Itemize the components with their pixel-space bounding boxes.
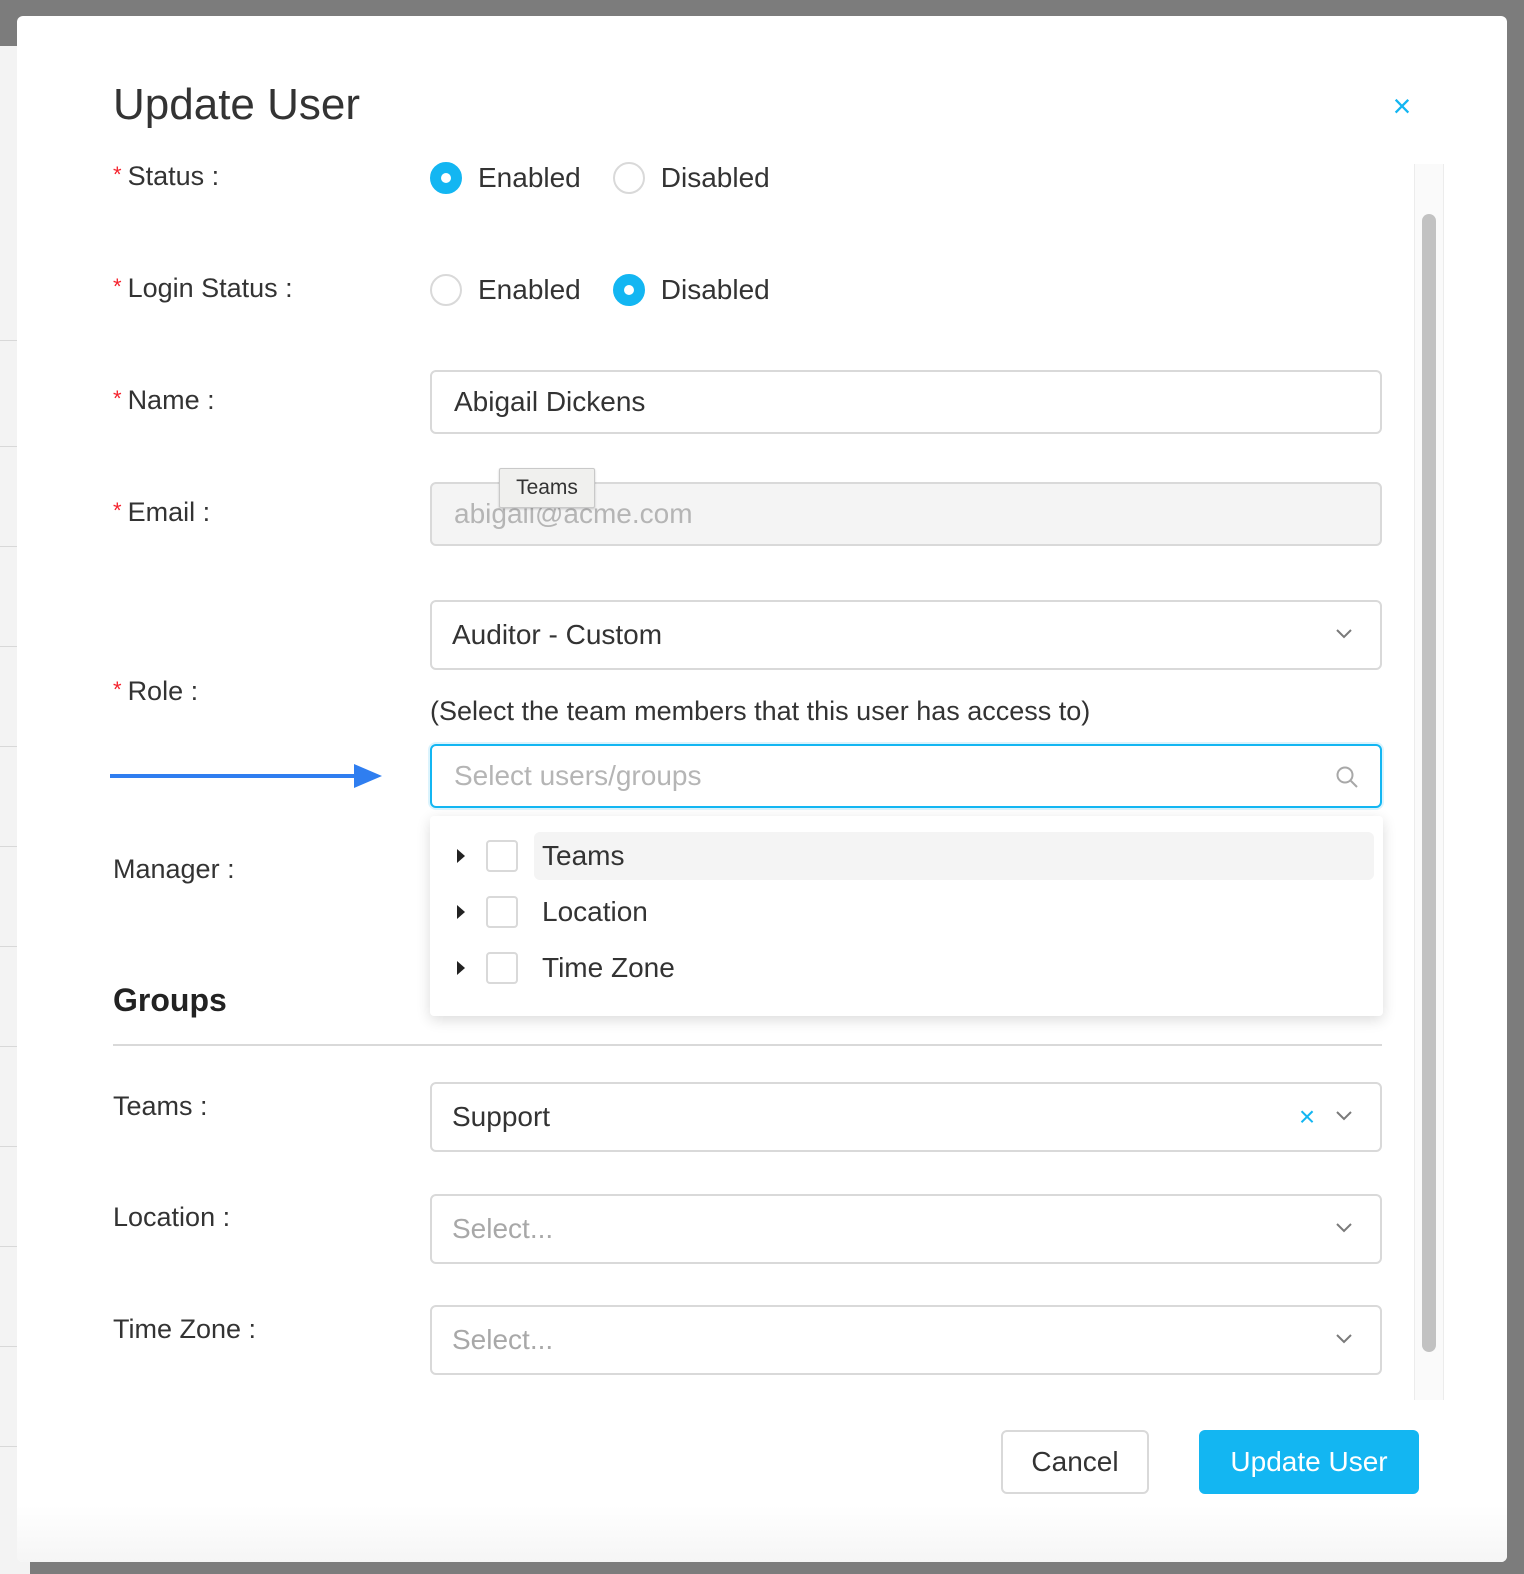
name-label: * Name :	[113, 385, 215, 415]
caret-right-icon[interactable]	[457, 961, 465, 975]
search-icon	[1336, 766, 1358, 788]
required-marker: *	[113, 274, 122, 299]
location-label: Location :	[113, 1202, 231, 1232]
role-label: * Role :	[113, 676, 199, 706]
tree-checkbox[interactable]	[486, 840, 518, 872]
clear-icon[interactable]: ×	[1294, 1102, 1320, 1132]
time-zone-select[interactable]: Select...	[430, 1305, 1382, 1375]
arrow-right-icon	[110, 764, 382, 788]
login-enabled-radio[interactable]: Enabled	[430, 274, 581, 306]
chevron-down-icon[interactable]	[1334, 624, 1354, 644]
radio-label: Enabled	[478, 274, 581, 305]
status-enabled-radio[interactable]: Enabled	[430, 162, 581, 194]
tree-item-location[interactable]: Location	[430, 888, 1383, 936]
radio-unchecked-icon[interactable]	[430, 274, 462, 306]
scrollbar-track[interactable]	[1414, 164, 1444, 1400]
tree-item-label[interactable]: Location	[534, 888, 1374, 936]
manager-label: Manager :	[113, 854, 235, 884]
required-marker: *	[113, 162, 122, 187]
modal-title: Update User	[113, 80, 361, 129]
chevron-down-icon[interactable]	[1334, 1329, 1354, 1349]
users-groups-search-input[interactable]: Select users/groups	[430, 744, 1382, 808]
radio-checked-icon[interactable]	[430, 162, 462, 194]
email-label: * Email :	[113, 497, 211, 527]
status-radio-group: Enabled Disabled	[430, 162, 802, 194]
radio-checked-icon[interactable]	[612, 274, 645, 306]
scrollbar-thumb[interactable]	[1422, 214, 1436, 1352]
name-input[interactable]: Abigail Dickens	[430, 370, 1382, 434]
close-icon[interactable]: ×	[1387, 90, 1417, 122]
teams-select-value: Support	[452, 1101, 551, 1132]
status-disabled-radio[interactable]: Disabled	[612, 162, 770, 194]
tree-checkbox[interactable]	[486, 952, 518, 984]
login-status-label: * Login Status :	[113, 273, 293, 303]
teams-select[interactable]: Support ×	[430, 1082, 1382, 1152]
groups-divider	[113, 1044, 1382, 1046]
tree-item-label[interactable]: Time Zone	[534, 944, 1374, 992]
caret-right-icon[interactable]	[457, 905, 465, 919]
cancel-button[interactable]: Cancel	[1001, 1430, 1149, 1494]
users-groups-tree-dropdown: Teams Location Time Zone	[430, 816, 1383, 1016]
time-zone-select-placeholder: Select...	[452, 1324, 554, 1355]
location-select[interactable]: Select...	[430, 1194, 1382, 1264]
login-status-radio-group: Enabled Disabled	[430, 274, 802, 306]
radio-unchecked-icon[interactable]	[612, 162, 645, 194]
chevron-down-icon[interactable]	[1334, 1218, 1354, 1238]
teams-tooltip: Teams	[499, 468, 595, 508]
required-marker: *	[113, 386, 122, 411]
update-user-modal: Update User × * Status : Enabled Disabled…	[17, 16, 1507, 1562]
modal-footer-shade	[17, 1506, 1507, 1562]
required-marker: *	[113, 677, 122, 702]
time-zone-label: Time Zone :	[113, 1314, 257, 1344]
radio-label: Enabled	[478, 162, 581, 193]
tree-item-label[interactable]: Teams	[534, 832, 1374, 880]
login-disabled-radio[interactable]: Disabled	[612, 274, 770, 306]
update-user-button[interactable]: Update User	[1199, 1430, 1419, 1494]
role-select-value: Auditor - Custom	[452, 619, 663, 650]
groups-section-title: Groups	[113, 982, 227, 1018]
search-placeholder: Select users/groups	[454, 760, 702, 791]
role-access-hint: (Select the team members that this user …	[430, 696, 1091, 726]
status-label: * Status :	[113, 161, 220, 191]
location-select-placeholder: Select...	[452, 1213, 554, 1244]
tree-checkbox[interactable]	[486, 896, 518, 928]
role-select[interactable]: Auditor - Custom	[430, 600, 1382, 670]
radio-label: Disabled	[660, 274, 770, 305]
tree-item-teams[interactable]: Teams	[430, 832, 1383, 880]
caret-right-icon[interactable]	[457, 849, 465, 863]
radio-label: Disabled	[660, 162, 770, 193]
chevron-down-icon[interactable]	[1334, 1106, 1354, 1126]
teams-label: Teams :	[113, 1091, 208, 1121]
tree-item-time-zone[interactable]: Time Zone	[430, 944, 1383, 992]
required-marker: *	[113, 498, 122, 523]
